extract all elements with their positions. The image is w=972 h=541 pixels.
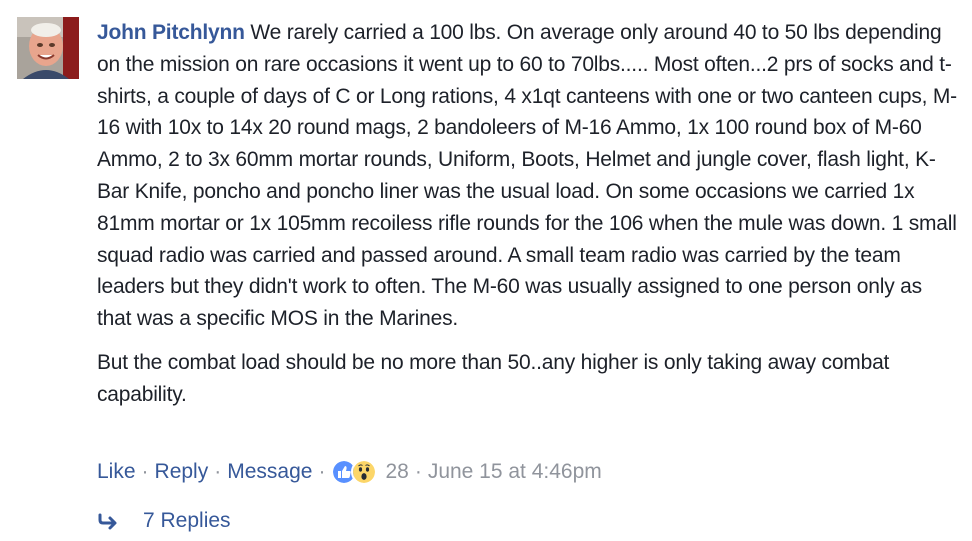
comment-body: John Pitchlynn We rarely carried a 100 l… xyxy=(97,17,957,411)
reaction-count[interactable]: 28 xyxy=(385,460,408,484)
separator: · xyxy=(214,460,222,483)
separator: · xyxy=(141,460,149,483)
comment-paragraph: John Pitchlynn We rarely carried a 100 l… xyxy=(97,17,957,335)
message-link[interactable]: Message xyxy=(227,460,312,484)
avatar[interactable] xyxy=(17,17,79,79)
wow-reaction-icon xyxy=(351,459,378,485)
like-link[interactable]: Like xyxy=(97,460,136,484)
replies-count-label[interactable]: 7 Replies xyxy=(143,509,231,533)
view-replies-link[interactable]: 7 Replies xyxy=(97,505,231,537)
comment: John Pitchlynn We rarely carried a 100 l… xyxy=(0,0,972,541)
reply-link[interactable]: Reply xyxy=(155,460,209,484)
comment-text: We rarely carried a 100 lbs. On average … xyxy=(97,21,957,331)
separator: · xyxy=(318,460,326,483)
timestamp[interactable]: June 15 at 4:46pm xyxy=(428,460,602,484)
avatar-photo xyxy=(17,17,79,79)
reactions[interactable] xyxy=(331,459,378,485)
separator: · xyxy=(414,460,422,483)
author-name[interactable]: John Pitchlynn xyxy=(97,21,245,44)
comment-actions: Like · Reply · Message · 28 · June 15 at… xyxy=(97,457,602,487)
reply-arrow-icon xyxy=(98,513,117,530)
comment-paragraph-2: But the combat load should be no more th… xyxy=(97,350,890,406)
